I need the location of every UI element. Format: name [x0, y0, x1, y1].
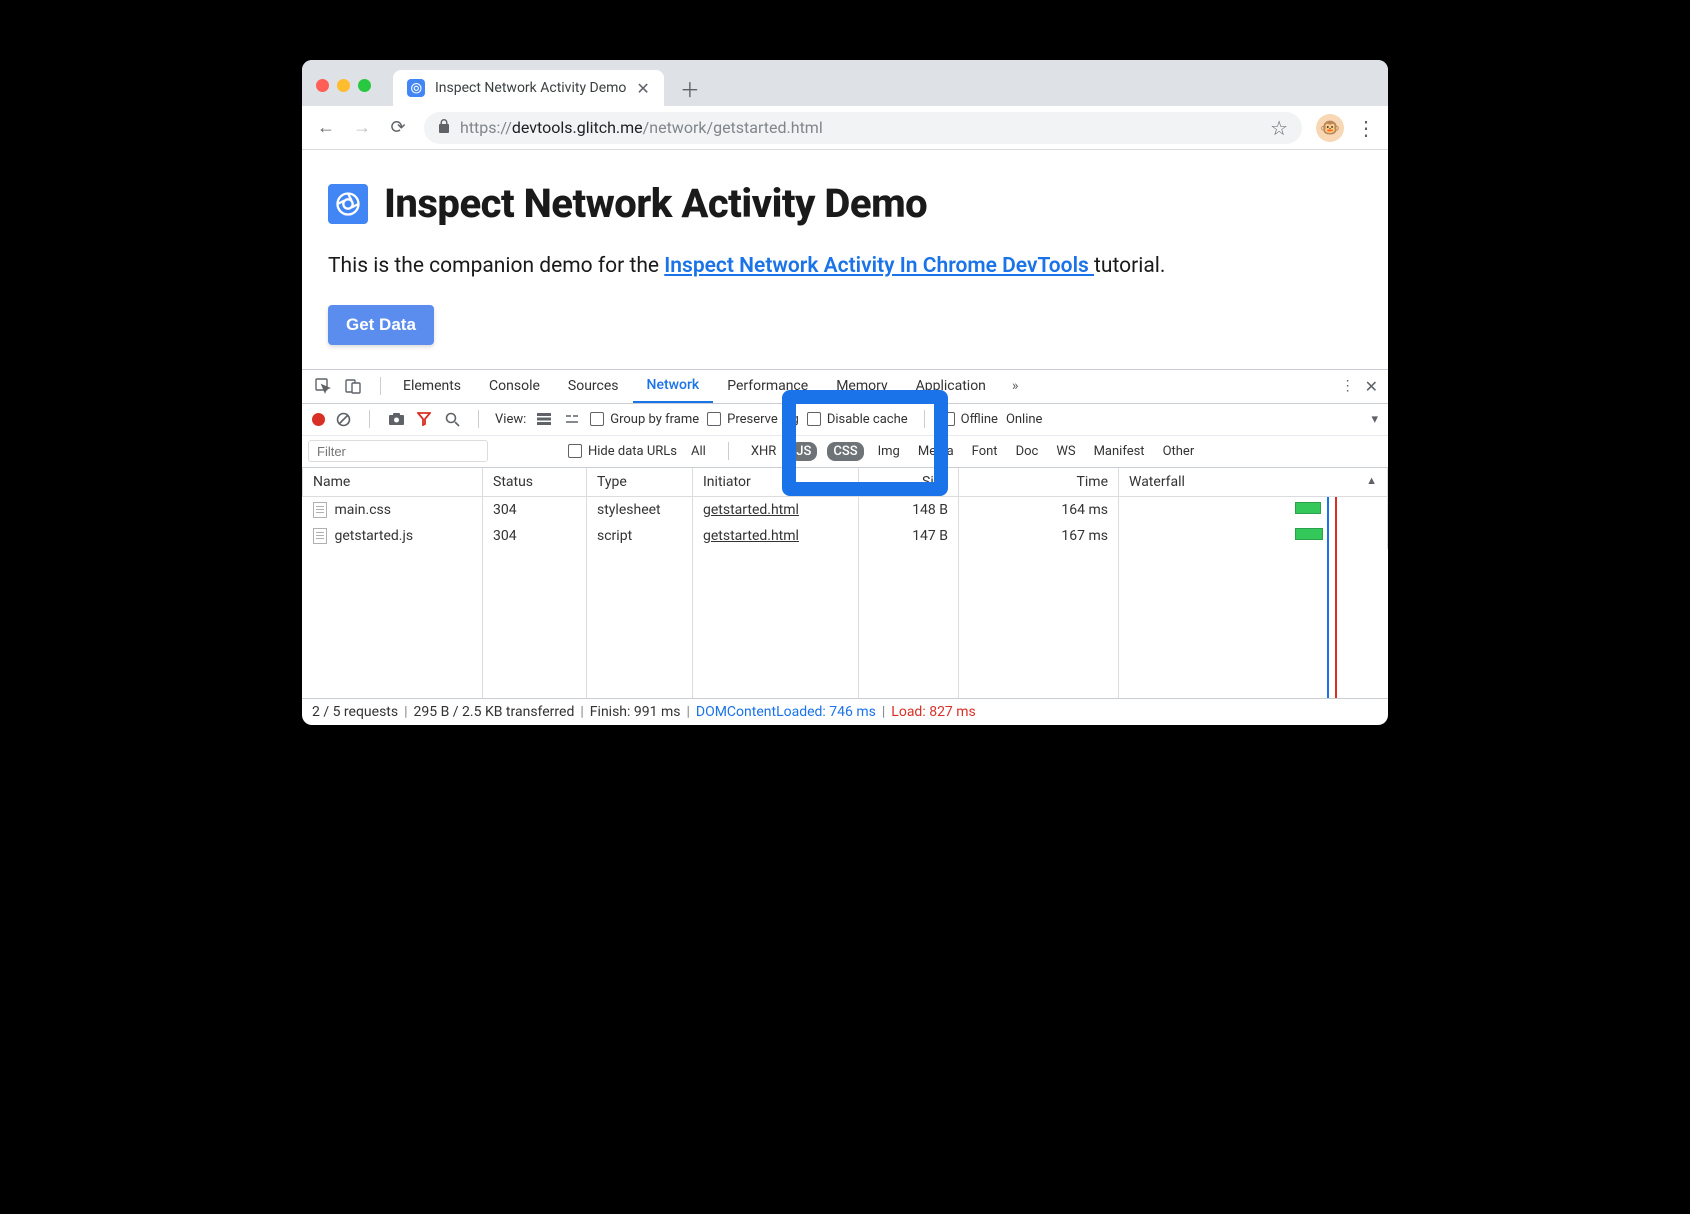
waterfall-cell: [1119, 496, 1388, 523]
more-tabs-icon[interactable]: »: [1000, 378, 1031, 394]
tab-application[interactable]: Application: [902, 369, 1000, 403]
page-intro: This is the companion demo for the Inspe…: [328, 251, 1362, 283]
device-toolbar-icon[interactable]: [342, 375, 364, 397]
group-by-frame-option[interactable]: Group by frame: [590, 412, 699, 427]
large-rows-icon[interactable]: [534, 409, 554, 429]
overview-icon[interactable]: [562, 409, 582, 429]
screenshot-icon[interactable]: [386, 409, 406, 429]
favicon-icon: [407, 79, 425, 97]
filter-type-ws[interactable]: WS: [1052, 442, 1079, 461]
clear-icon[interactable]: [333, 409, 353, 429]
record-button[interactable]: [312, 413, 325, 426]
col-status[interactable]: Status: [483, 468, 587, 497]
devtools-panel: Elements Console Sources Network Perform…: [302, 369, 1388, 726]
minimize-window-icon[interactable]: [337, 79, 350, 92]
filter-type-all[interactable]: All: [687, 442, 710, 461]
status-dcl: DOMContentLoaded: 746 ms: [696, 704, 876, 720]
back-button[interactable]: ←: [310, 112, 342, 144]
tutorial-link[interactable]: Inspect Network Activity In Chrome DevTo…: [664, 254, 1094, 278]
profile-avatar[interactable]: 🐵: [1316, 114, 1344, 142]
page-content: Inspect Network Activity Demo This is th…: [302, 150, 1388, 369]
devtools-menu-icon[interactable]: ⋮: [1341, 378, 1355, 394]
view-label: View:: [495, 412, 526, 427]
maximize-window-icon[interactable]: [358, 79, 371, 92]
offline-option[interactable]: Offline: [941, 412, 998, 427]
filter-icon[interactable]: [414, 409, 434, 429]
filter-type-img[interactable]: Img: [874, 442, 904, 461]
page-logo-icon: [328, 184, 368, 224]
hide-data-urls-option[interactable]: Hide data URLs: [568, 444, 677, 459]
bookmark-icon[interactable]: ☆: [1270, 116, 1288, 140]
browser-tab[interactable]: Inspect Network Activity Demo ✕: [393, 70, 664, 106]
new-tab-button[interactable]: ＋: [676, 74, 704, 102]
tab-network[interactable]: Network: [633, 369, 714, 403]
devtools-close-icon[interactable]: ✕: [1365, 377, 1378, 396]
network-toolbar: View: Group by frame Preserve log Disabl…: [302, 404, 1388, 436]
get-data-button[interactable]: Get Data: [328, 305, 434, 345]
filter-type-manifest[interactable]: Manifest: [1090, 442, 1149, 461]
tab-console[interactable]: Console: [475, 369, 554, 403]
table-header-row: Name Status Type Initiator Size Time Wat…: [303, 468, 1388, 497]
tab-title: Inspect Network Activity Demo: [435, 80, 626, 96]
status-requests: 2 / 5 requests: [312, 704, 398, 720]
browser-toolbar: ← → ⟳ https://devtools.glitch.me/network…: [302, 106, 1388, 150]
browser-window: Inspect Network Activity Demo ✕ ＋ ← → ⟳ …: [302, 60, 1388, 725]
browser-menu-icon[interactable]: ⋮: [1352, 114, 1380, 142]
preserve-log-option[interactable]: Preserve log: [707, 412, 799, 427]
network-table: Name Status Type Initiator Size Time Wat…: [302, 468, 1388, 550]
filter-type-media[interactable]: Media: [914, 442, 958, 461]
status-finish: Finish: 991 ms: [590, 704, 681, 720]
tab-memory[interactable]: Memory: [822, 369, 901, 403]
table-row[interactable]: getstarted.js 304 script getstarted.html…: [303, 523, 1388, 549]
close-tab-icon[interactable]: ✕: [636, 79, 649, 98]
throttling-select[interactable]: Online: [1006, 412, 1043, 427]
col-time[interactable]: Time: [959, 468, 1119, 497]
close-window-icon[interactable]: [316, 79, 329, 92]
reload-button[interactable]: ⟳: [382, 112, 414, 144]
col-initiator[interactable]: Initiator: [693, 468, 859, 497]
address-bar[interactable]: https://devtools.glitch.me/network/getst…: [424, 112, 1302, 144]
status-transferred: 295 B / 2.5 KB transferred: [414, 704, 575, 720]
waterfall-cell: [1119, 523, 1388, 549]
page-title: Inspect Network Activity Demo: [384, 180, 927, 227]
filter-type-xhr[interactable]: XHR: [747, 442, 780, 461]
col-size[interactable]: Size: [859, 468, 959, 497]
lock-icon: [438, 119, 450, 137]
initiator-link[interactable]: getstarted.html: [703, 528, 799, 544]
window-controls: [316, 79, 371, 92]
table-empty-area: [302, 549, 1388, 699]
initiator-link[interactable]: getstarted.html: [703, 502, 799, 518]
status-load: Load: 827 ms: [891, 704, 975, 720]
filter-type-other[interactable]: Other: [1159, 442, 1199, 461]
devtools-tabs: Elements Console Sources Network Perform…: [302, 370, 1388, 404]
disable-cache-option[interactable]: Disable cache: [807, 412, 908, 427]
filter-type-js[interactable]: JS: [790, 442, 817, 461]
col-name[interactable]: Name: [303, 468, 483, 497]
network-status-bar: 2 / 5 requests | 295 B / 2.5 KB transfer…: [302, 699, 1388, 725]
col-type[interactable]: Type: [587, 468, 693, 497]
tab-bar: Inspect Network Activity Demo ✕ ＋: [302, 60, 1388, 106]
network-settings-icon[interactable]: ▾: [1371, 412, 1378, 427]
file-icon: [313, 528, 327, 544]
tab-elements[interactable]: Elements: [389, 369, 475, 403]
table-row[interactable]: main.css 304 stylesheet getstarted.html …: [303, 496, 1388, 523]
file-icon: [313, 502, 327, 518]
network-filter-bar: Hide data URLs All XHR JS CSS Img Media …: [302, 436, 1388, 468]
url-text: https://devtools.glitch.me/network/getst…: [460, 118, 823, 137]
filter-type-font[interactable]: Font: [968, 442, 1002, 461]
inspect-element-icon[interactable]: [312, 375, 334, 397]
filter-input[interactable]: [308, 440, 488, 462]
tab-performance[interactable]: Performance: [713, 369, 822, 403]
filter-type-css[interactable]: CSS: [827, 442, 863, 461]
forward-button[interactable]: →: [346, 112, 378, 144]
col-waterfall[interactable]: Waterfall▲: [1119, 468, 1388, 497]
search-icon[interactable]: [442, 409, 462, 429]
filter-type-doc[interactable]: Doc: [1012, 442, 1043, 461]
tab-sources[interactable]: Sources: [554, 369, 633, 403]
